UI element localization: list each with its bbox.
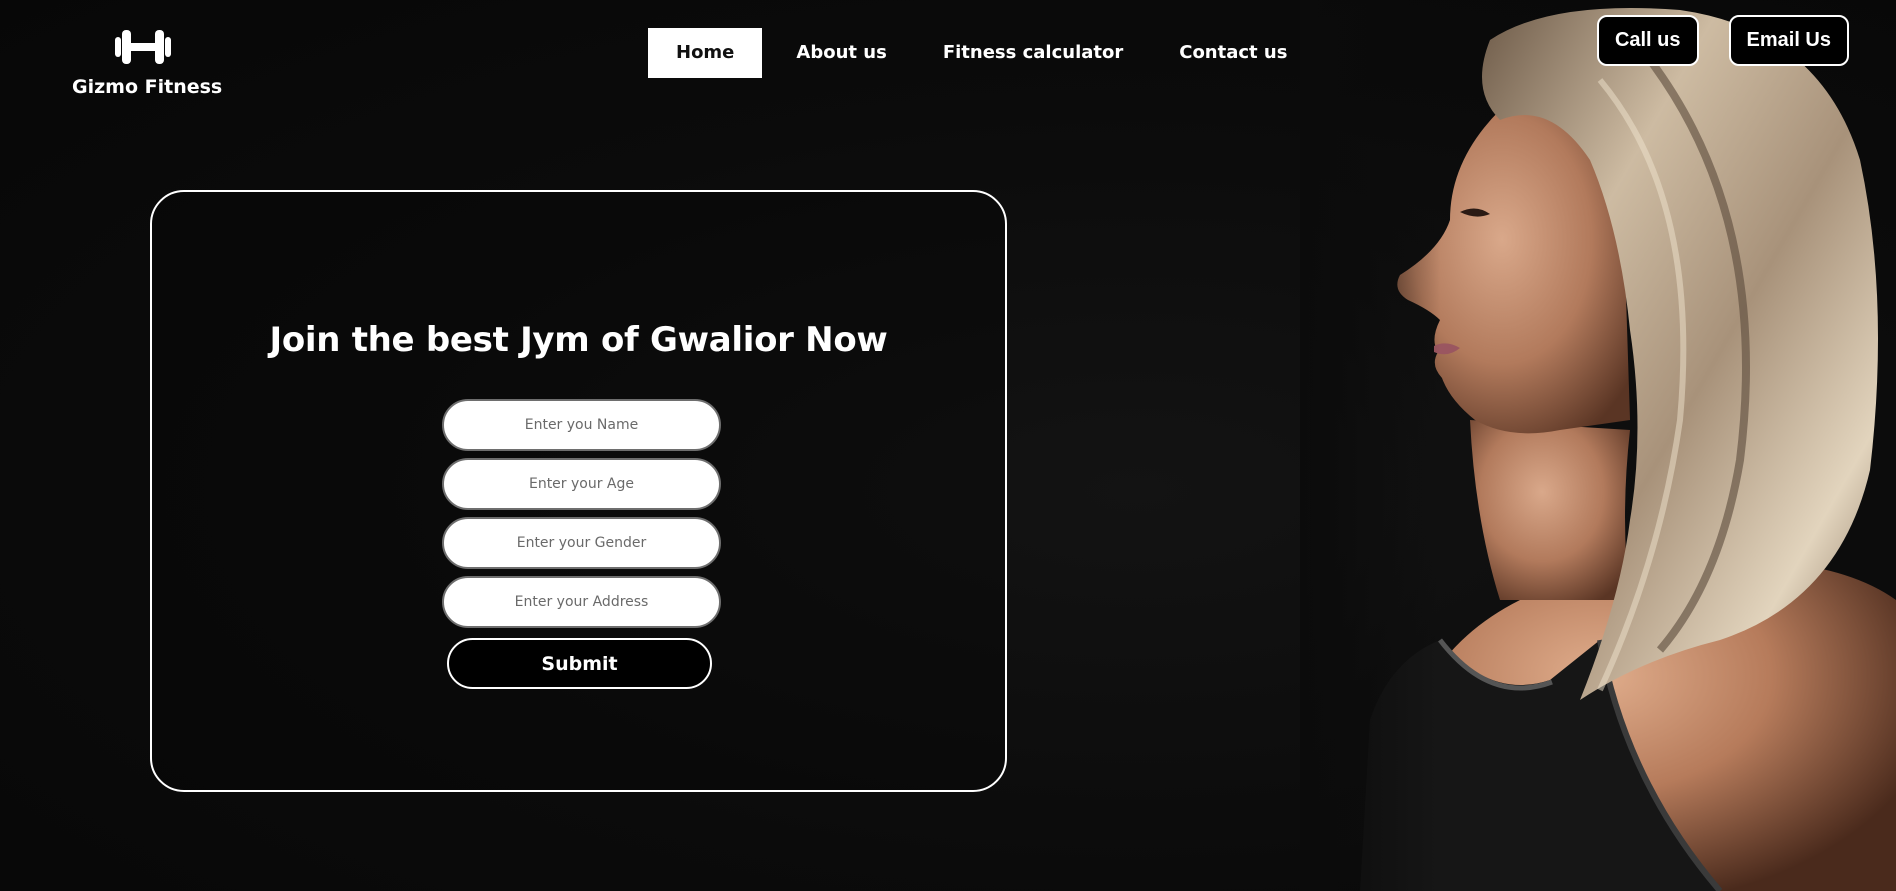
main-nav: Home About us Fitness calculator Contact… [648,28,1315,78]
page: Gizmo Fitness Home About us Fitness calc… [0,0,1896,891]
hero-woman-image [1300,0,1896,891]
nav-item-home[interactable]: Home [648,28,763,78]
signup-form-card: Join the best Jym of Gwalior Now Submit [150,190,1007,792]
nav-item-contact-us[interactable]: Contact us [1151,28,1315,78]
nav-item-about-us[interactable]: About us [768,28,914,78]
form-title: Join the best Jym of Gwalior Now [269,320,888,360]
address-input[interactable] [442,576,721,628]
brand[interactable]: Gizmo Fitness [72,28,223,98]
age-input[interactable] [442,458,721,510]
nav-item-fitness-calculator[interactable]: Fitness calculator [915,28,1151,78]
dumbbell-icon [115,30,171,64]
header-actions: Call us Email Us [1596,15,1849,66]
name-input[interactable] [442,399,721,451]
call-us-button[interactable]: Call us [1596,15,1699,66]
submit-button[interactable]: Submit [447,638,712,689]
email-us-button[interactable]: Email Us [1728,15,1849,66]
gender-input[interactable] [442,517,721,569]
brand-name: Gizmo Fitness [72,76,223,98]
